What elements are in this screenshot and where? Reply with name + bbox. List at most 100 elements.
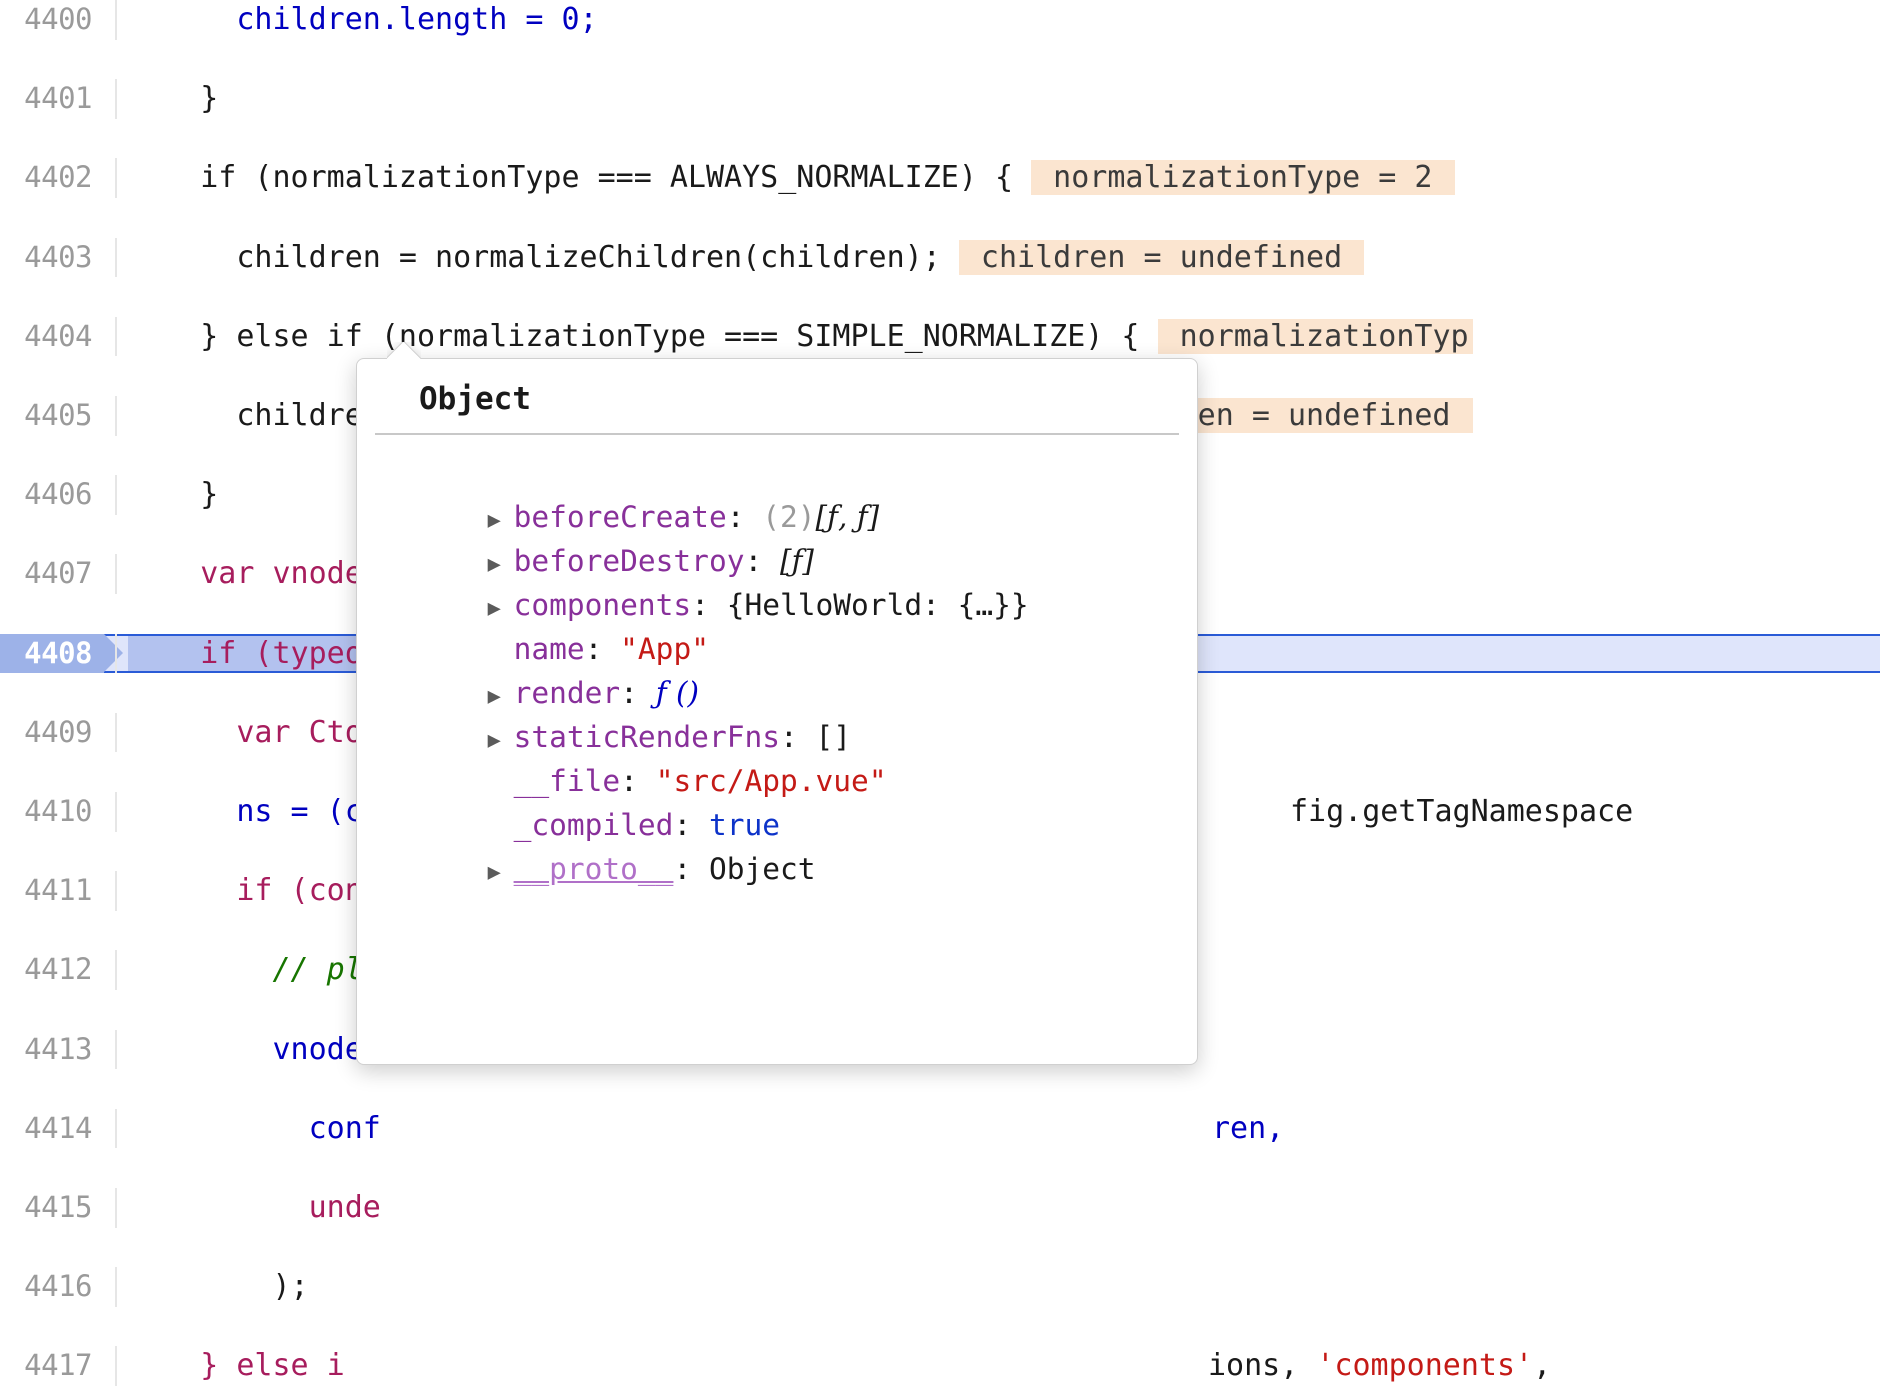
token-identifier: conf	[128, 1110, 381, 1146]
property-name: components	[513, 588, 692, 622]
gutter-divider	[115, 791, 117, 832]
code-line[interactable]: 4403 children = normalizeChildren(childr…	[0, 237, 1880, 278]
line-number[interactable]: 4410	[0, 792, 104, 832]
line-number[interactable]: 4413	[0, 1030, 104, 1070]
code-line[interactable]: 4401 }	[0, 79, 1880, 119]
gutter-divider	[115, 0, 117, 40]
code-line[interactable]: 4415 unde	[0, 1187, 1880, 1228]
property-colon: :	[726, 500, 763, 534]
line-content[interactable]: }	[128, 475, 218, 515]
property-count: (2)	[762, 500, 816, 534]
property-name: staticRenderFns	[513, 720, 780, 754]
line-number-current[interactable]: 4408	[0, 633, 123, 674]
popover-arrow	[387, 342, 421, 359]
line-content[interactable]: }	[128, 79, 218, 119]
property-name: name	[513, 632, 585, 666]
token-identifier: children.length = 0;	[128, 2, 598, 37]
property-colon: :	[744, 544, 780, 578]
inline-debug-value: children = undefined	[958, 239, 1365, 275]
gutter-divider	[115, 1029, 117, 1070]
token-plain: ions,	[1208, 1348, 1317, 1384]
gutter-divider	[115, 712, 117, 753]
code-line[interactable]: 4417 } else i ions, 'components',	[0, 1346, 1880, 1386]
line-number[interactable]: 4405	[0, 396, 104, 436]
token-keyword: unde	[128, 1189, 381, 1225]
property-value: Object	[708, 852, 816, 886]
line-content[interactable]: children.length = 0;	[128, 0, 598, 40]
line-content[interactable]: conf	[128, 1109, 381, 1149]
gutter-divider	[115, 871, 117, 911]
line-number[interactable]: 4404	[0, 317, 104, 357]
token-identifier: vnode	[128, 1031, 363, 1067]
property-name: __proto__	[513, 852, 674, 886]
gutter-divider	[115, 950, 117, 990]
line-content[interactable]: if (conf	[128, 871, 381, 911]
line-number[interactable]: 4403	[0, 238, 104, 278]
line-number[interactable]: 4417	[0, 1346, 104, 1386]
inline-debug-value: normalizationType = 2	[1031, 160, 1455, 196]
token-identifier: ren,	[1212, 1110, 1285, 1146]
line-content[interactable]: } else i	[128, 1346, 345, 1386]
code-line[interactable]: 4402 if (normalizationType === ALWAYS_NO…	[0, 158, 1880, 198]
line-content[interactable]: ns = (co	[128, 792, 381, 832]
line-content[interactable]: children = normalizeChildren(children); …	[128, 238, 1365, 278]
property-colon: :	[620, 764, 656, 798]
line-number[interactable]: 4400	[0, 0, 104, 40]
expand-triangle-icon[interactable]: ▶	[488, 719, 514, 763]
property-name: __file	[513, 764, 621, 798]
line-content-right: fig.getTagNamespace	[1290, 792, 1633, 832]
code-line[interactable]: 4404 } else if (normalizationType === SI…	[0, 316, 1880, 357]
code-line[interactable]: 4416 );	[0, 1267, 1880, 1307]
gutter-divider	[115, 1346, 117, 1386]
token-string: 'components'	[1316, 1348, 1534, 1384]
line-number[interactable]: 4415	[0, 1188, 104, 1228]
line-number[interactable]: 4411	[0, 871, 104, 911]
line-content[interactable]: } else if (normalizationType === SIMPLE_…	[128, 317, 1473, 357]
property-name: beforeCreate	[513, 500, 727, 534]
line-number[interactable]: 4409	[0, 713, 104, 753]
gutter-divider	[115, 554, 117, 594]
expand-triangle-icon[interactable]: ▶	[488, 499, 514, 543]
expand-triangle-icon[interactable]: ▶	[488, 543, 514, 587]
line-content[interactable]: if (normalizationType === ALWAYS_NORMALI…	[128, 158, 1455, 198]
object-preview-popover[interactable]: Object ▶ beforeCreate: (2)[ƒ, ƒ] ▶ beforeD…	[356, 358, 1198, 1065]
property-value: "src/App.vue"	[655, 764, 887, 798]
property-row[interactable]: ▶ beforeCreate: (2)[ƒ, ƒ]	[357, 451, 1197, 534]
token-keyword: } else i	[128, 1348, 345, 1384]
property-value: "App"	[620, 632, 709, 666]
line-number[interactable]: 4406	[0, 475, 104, 515]
line-number[interactable]: 4414	[0, 1109, 104, 1149]
gutter-divider	[115, 395, 117, 436]
property-value: [ƒ, ƒ]	[815, 500, 880, 534]
expand-triangle-icon[interactable]: ▶	[488, 587, 514, 631]
gutter-divider	[115, 158, 117, 198]
gutter-divider	[115, 1187, 117, 1228]
line-content[interactable]: // pla	[128, 950, 381, 990]
popover-divider	[375, 433, 1179, 435]
line-number[interactable]: 4402	[0, 158, 104, 198]
token-comment: // pla	[128, 952, 381, 988]
line-content[interactable]: unde	[128, 1188, 381, 1228]
token-plain: fig.getTagNamespace	[1290, 793, 1634, 829]
line-number[interactable]: 4401	[0, 79, 104, 119]
property-value: [ƒ]	[780, 544, 814, 578]
gutter-divider	[115, 316, 117, 357]
gutter-divider	[115, 475, 117, 515]
code-line[interactable]: 4400 children.length = 0;	[0, 0, 1880, 40]
expand-triangle-icon[interactable]: ▶	[488, 851, 514, 895]
line-number[interactable]: 4412	[0, 950, 104, 990]
line-number[interactable]: 4416	[0, 1267, 104, 1307]
expand-triangle-icon[interactable]: ▶	[488, 675, 514, 719]
popover-title: Object	[419, 381, 531, 417]
gutter-divider	[115, 237, 117, 278]
property-colon: :	[691, 588, 727, 622]
token-identifier: ns = (co	[128, 793, 381, 829]
line-content[interactable]: vnode	[128, 1030, 363, 1070]
property-colon: :	[673, 808, 709, 842]
code-line[interactable]: 4414 conf ren,	[0, 1108, 1880, 1149]
line-number[interactable]: 4407	[0, 554, 104, 594]
line-content[interactable]: );	[128, 1267, 308, 1307]
token-plain: children = normalizeChildren(children);	[128, 239, 959, 275]
gutter-divider	[115, 1267, 117, 1307]
token-plain: }	[128, 81, 219, 117]
